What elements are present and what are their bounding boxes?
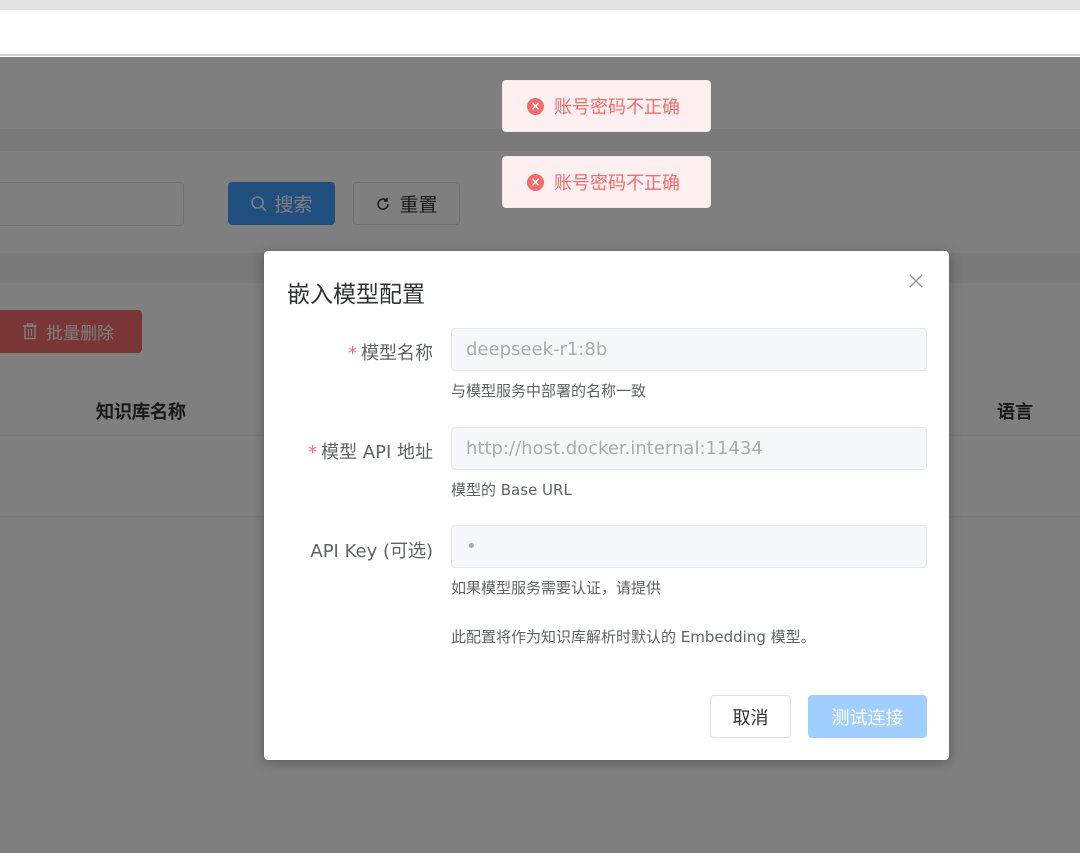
required-asterisk: * — [348, 343, 357, 364]
error-circle-icon: × — [527, 97, 544, 115]
cancel-button[interactable]: 取消 — [710, 695, 791, 738]
embedding-model-config-dialog: 嵌入模型配置 * 模型名称 deepseek-r1:8b 与模型服务中部署的名称一… — [264, 251, 949, 760]
required-asterisk: * — [308, 442, 318, 463]
model-name-value: deepseek-r1:8b — [466, 339, 608, 360]
config-note: 此配置将作为知识库解析时默认的 Embedding 模型。 — [451, 628, 816, 646]
error-toast: × 账号密码不正确 — [502, 80, 711, 132]
close-icon[interactable] — [904, 269, 928, 293]
api-key-input[interactable]: • — [451, 525, 927, 568]
model-api-url-hint: 模型的 Base URL — [451, 481, 572, 499]
model-api-url-input[interactable]: http://host.docker.internal:11434 — [451, 427, 927, 470]
dialog-title: 嵌入模型配置 — [287, 282, 425, 308]
api-key-label: API Key (可选) — [310, 541, 433, 562]
error-toast-message: 账号密码不正确 — [554, 97, 680, 118]
browser-address-bar[interactable] — [0, 10, 1080, 56]
test-connection-button[interactable]: 测试连接 — [808, 695, 927, 738]
error-toast: × 账号密码不正确 — [502, 156, 711, 208]
api-key-hint: 如果模型服务需要认证，请提供 — [451, 579, 662, 597]
error-toast-message: 账号密码不正确 — [554, 173, 680, 194]
model-api-url-label: * 模型 API 地址 — [308, 442, 433, 463]
api-key-value: • — [466, 536, 477, 557]
model-name-input[interactable]: deepseek-r1:8b — [451, 328, 927, 371]
model-name-label: * 模型名称 — [348, 343, 433, 364]
error-circle-icon: × — [527, 173, 544, 191]
model-api-url-value: http://host.docker.internal:11434 — [466, 438, 763, 459]
model-name-hint: 与模型服务中部署的名称一致 — [451, 382, 647, 400]
